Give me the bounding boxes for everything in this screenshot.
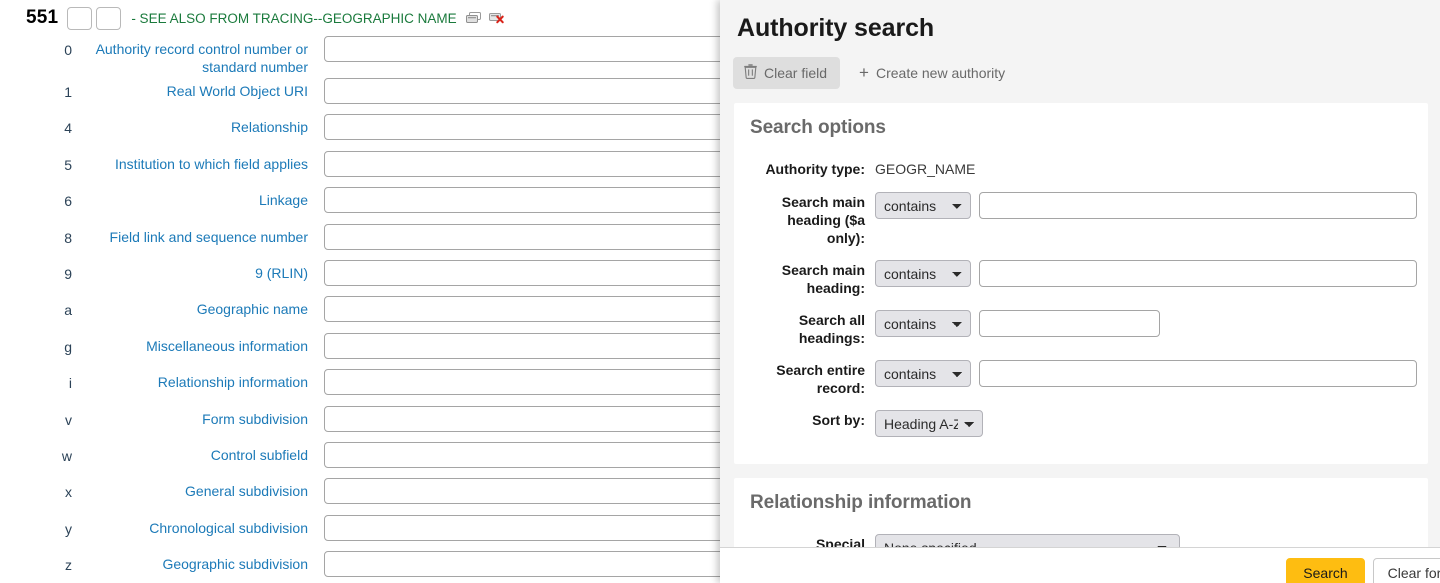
marc-tag-title: - SEE ALSO FROM TRACING--GEOGRAPHIC NAME (131, 11, 456, 26)
indicator2-input[interactable] (96, 7, 121, 30)
subfield-code: g (0, 333, 80, 358)
authority-type-row: Authority type: GEOGR_NAME (750, 155, 1412, 179)
search-options-card: Search options Authority type: GEOGR_NAM… (734, 103, 1428, 464)
marc-tag-number: 551 (26, 7, 58, 29)
sort-by-select[interactable]: Heading A-ZHeading Z-A (875, 410, 983, 437)
clear-form-button[interactable]: Clear form (1373, 558, 1440, 583)
marc-tag-actions (466, 12, 505, 24)
subfield-label: General subdivision (80, 478, 310, 500)
trash-icon (744, 64, 757, 82)
authority-search-toolbar: Clear field + Create new authority (720, 43, 1440, 89)
search-term-input[interactable] (979, 360, 1417, 387)
search-button[interactable]: Search (1286, 558, 1364, 583)
search-options-rows: Search main heading ($a only):containsst… (750, 188, 1412, 397)
clear-field-button[interactable]: Clear field (733, 57, 840, 89)
authority-search-body: Authority search Clear field (720, 0, 1440, 583)
authority-type-label: Authority type: (750, 155, 875, 178)
search-option-label: Search entire record: (750, 356, 875, 397)
subfield-code: i (0, 369, 80, 394)
search-option-row: Search main heading ($a only):containsst… (750, 188, 1412, 247)
subfield-code: 0 (0, 36, 80, 61)
plus-icon: + (859, 67, 869, 79)
subfield-label: Control subfield (80, 442, 310, 464)
subfield-code: 8 (0, 224, 80, 249)
subfield-label: Authority record control number or stand… (80, 36, 310, 76)
subfield-code: a (0, 296, 80, 321)
search-operator-select[interactable]: containsstarts withis exactly (875, 310, 971, 337)
relationship-information-heading: Relationship information (750, 492, 1412, 514)
subfield-code: 4 (0, 114, 80, 139)
search-option-row: Search main heading:containsstarts withi… (750, 256, 1412, 297)
subfield-code: 5 (0, 151, 80, 176)
subfield-label: Chronological subdivision (80, 515, 310, 537)
create-new-authority-label: Create new authority (876, 65, 1005, 81)
subfield-code: y (0, 515, 80, 540)
subfield-code: z (0, 551, 80, 576)
screen-root: 551 - SEE ALSO FROM TRACING--GEOGRAPHIC … (0, 0, 1440, 583)
subfield-label: 9 (RLIN) (80, 260, 310, 282)
search-option-label: Search all headings: (750, 306, 875, 347)
subfield-label: Institution to which field applies (80, 151, 310, 173)
delete-field-icon[interactable] (489, 12, 505, 24)
indicator1-input[interactable] (67, 7, 92, 30)
subfield-label: Real World Object URI (80, 78, 310, 100)
subfield-code: 6 (0, 187, 80, 212)
search-term-input[interactable] (979, 260, 1417, 287)
search-options-heading: Search options (750, 117, 1412, 139)
subfield-code: 1 (0, 78, 80, 103)
sort-by-row: Sort by: Heading A-ZHeading Z-A (750, 406, 1412, 437)
authority-search-footer: Search Clear form (720, 547, 1440, 583)
subfield-label: Miscellaneous information (80, 333, 310, 355)
search-option-row: Search entire record:containsstarts with… (750, 356, 1412, 397)
authority-search-panel: Authority search Clear field (720, 0, 1440, 583)
subfield-code: x (0, 478, 80, 503)
subfield-code: v (0, 406, 80, 431)
subfield-label: Relationship (80, 114, 310, 136)
search-option-row: Search all headings:containsstarts withi… (750, 306, 1412, 347)
search-option-label: Search main heading: (750, 256, 875, 297)
subfield-label: Linkage (80, 187, 310, 209)
subfield-label: Geographic subdivision (80, 551, 310, 573)
page-title: Authority search (720, 0, 1440, 43)
search-operator-select[interactable]: containsstarts withis exactly (875, 360, 971, 387)
search-operator-select[interactable]: containsstarts withis exactly (875, 260, 971, 287)
sort-by-label: Sort by: (750, 406, 875, 429)
subfield-code: 9 (0, 260, 80, 285)
subfield-label: Form subdivision (80, 406, 310, 428)
create-new-authority-button[interactable]: + Create new authority (846, 58, 1018, 88)
repeat-field-icon[interactable] (466, 12, 481, 24)
search-term-input[interactable] (979, 310, 1160, 337)
subfield-label: Geographic name (80, 296, 310, 318)
search-term-input[interactable] (979, 192, 1417, 219)
clear-field-label: Clear field (764, 65, 827, 81)
authority-type-value: GEOGR_NAME (875, 159, 975, 179)
search-operator-select[interactable]: containsstarts withis exactly (875, 192, 971, 219)
subfield-label: Field link and sequence number (80, 224, 310, 246)
subfield-code: w (0, 442, 80, 467)
search-option-label: Search main heading ($a only): (750, 188, 875, 247)
subfield-label: Relationship information (80, 369, 310, 391)
